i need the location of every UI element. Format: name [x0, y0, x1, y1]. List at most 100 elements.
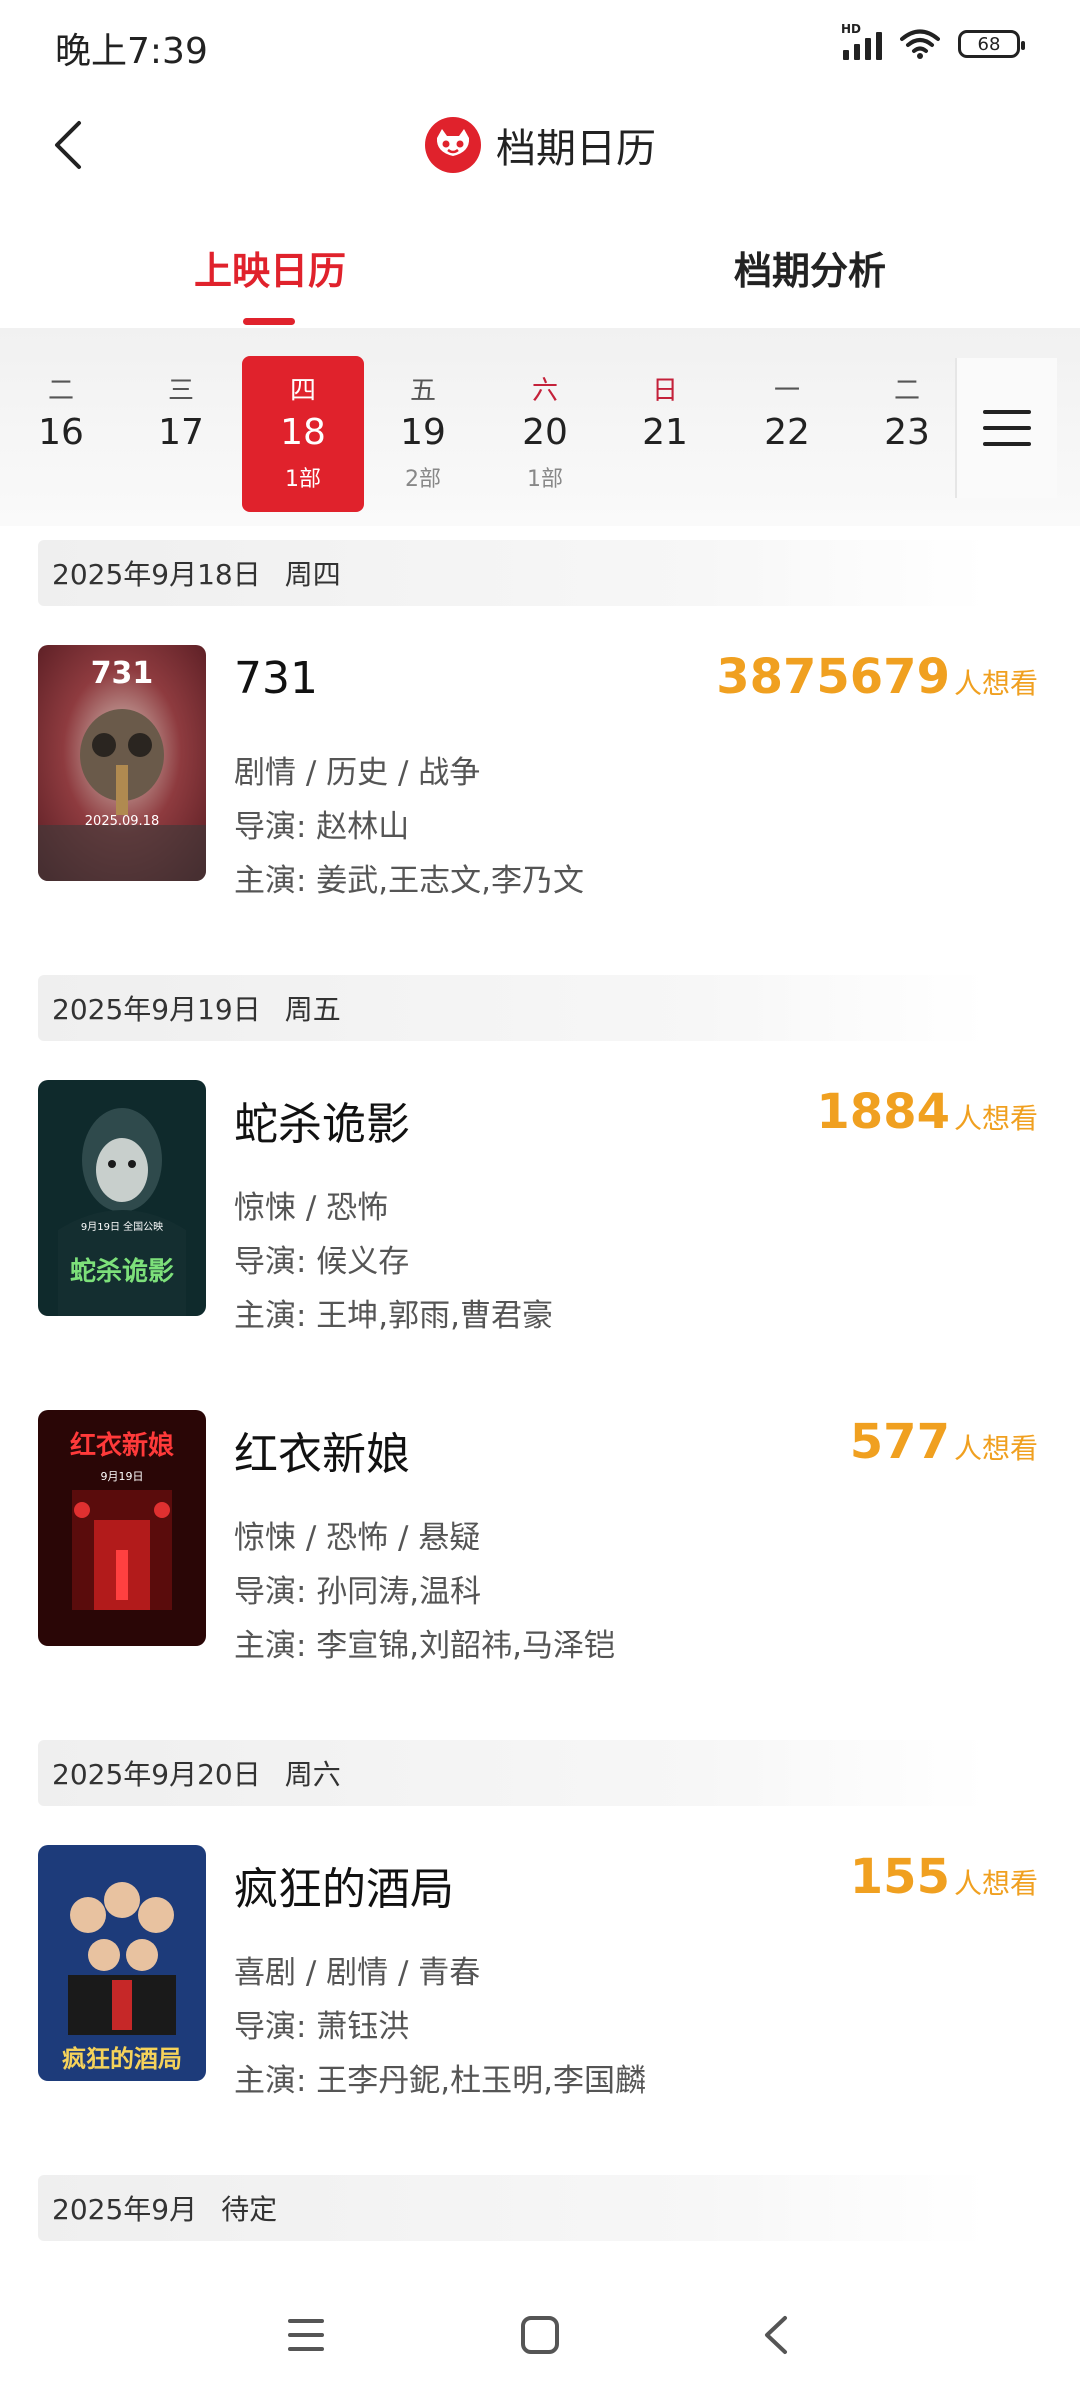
date-day: 23: [884, 412, 930, 453]
tab-release-calendar[interactable]: 上映日历: [150, 210, 390, 320]
battery-icon: 68: [958, 30, 1025, 58]
date-item[interactable]: 六 20 1部: [484, 356, 606, 512]
page-title: 档期日历: [496, 126, 656, 172]
date-item[interactable]: 日 21: [604, 356, 726, 512]
section-weekday: 周六: [284, 1758, 341, 1791]
status-icons: HD 68: [841, 22, 1025, 64]
active-tab-indicator: [243, 318, 295, 325]
movie-director: 导演: 萧钰洪: [234, 2009, 410, 2045]
back-chevron-icon: [765, 2316, 787, 2354]
movie-item[interactable]: 疯狂的酒局 疯狂的酒局 155 人想看 喜剧 / 剧情 / 青春 导演: 萧钰洪…: [38, 1845, 1038, 2099]
section-date-header: 2025年9月20日 周六: [38, 1740, 988, 1806]
date-count: 2部: [405, 467, 441, 492]
movie-poster[interactable]: 红衣新娘 9月19日: [38, 1410, 206, 1646]
movie-director: 导演: 候义存: [234, 1244, 410, 1280]
date-day: 16: [38, 412, 84, 453]
poster-title: 疯狂的酒局: [62, 2045, 182, 2073]
date-day: 17: [158, 412, 204, 453]
movie-title: 疯狂的酒局: [234, 1864, 454, 1915]
system-nav-bar: [0, 2270, 1080, 2400]
section-date-header: 2025年9月 待定: [38, 2175, 988, 2241]
home-square-icon: [521, 2316, 559, 2354]
section-date-header: 2025年9月18日 周四: [38, 540, 988, 606]
poster-date: 9月19日: [101, 1470, 144, 1483]
date-item[interactable]: 一 22: [726, 356, 848, 512]
date-weekday: 三: [167, 376, 194, 406]
movie-genres: 惊悚 / 恐怖: [234, 1190, 389, 1226]
network-type: HD: [841, 22, 862, 36]
movie-item[interactable]: 9月19日 全国公映 蛇杀诡影 蛇杀诡影 1884 人想看 惊悚 / 恐怖 导演…: [38, 1080, 1038, 1334]
date-item[interactable]: 二 16: [0, 356, 122, 512]
movie-cast: 主演: 王李丹鈮,杜玉明,李国麟: [234, 2063, 647, 2099]
date-weekday: 一: [773, 376, 800, 406]
movie-poster[interactable]: 疯狂的酒局: [38, 1845, 206, 2081]
movie-cast: 主演: 李宣锦,刘韶祎,马泽铠: [234, 1628, 616, 1664]
movie-poster[interactable]: 9月19日 全国公映 蛇杀诡影: [38, 1080, 206, 1316]
maoyan-cat-logo-icon: [425, 117, 481, 173]
poster-title: 731: [91, 656, 154, 691]
calendar-menu-button[interactable]: [955, 358, 1057, 498]
date-item[interactable]: 三 17: [120, 356, 242, 512]
movie-item[interactable]: 红衣新娘 9月19日 红衣新娘 577 人想看 惊悚 / 恐怖 / 悬疑 导演:…: [38, 1410, 1038, 1664]
date-item-selected[interactable]: 四 18 1部: [242, 356, 364, 512]
section-weekday: 待定: [221, 2193, 278, 2226]
title-bar: 档期日历: [0, 90, 1080, 200]
date-weekday: 二: [893, 376, 920, 406]
home-button[interactable]: [490, 2270, 590, 2400]
nav-back-button[interactable]: [726, 2270, 826, 2400]
movie-genres: 惊悚 / 恐怖 / 悬疑: [234, 1520, 481, 1556]
movie-director: 导演: 赵林山: [234, 809, 410, 845]
tab-schedule-analysis[interactable]: 档期分析: [690, 210, 930, 320]
hamburger-menu-icon: [983, 410, 1031, 446]
poster-image-crazy-drinking: 疯狂的酒局: [38, 1845, 206, 2081]
section-date-header: 2025年9月19日 周五: [38, 975, 988, 1041]
movie-genres: 剧情 / 历史 / 战争: [234, 755, 481, 791]
want-to-see: 155 人想看: [850, 1849, 1038, 1905]
poster-image-bride: 红衣新娘 9月19日: [38, 1410, 206, 1646]
movie-cast: 主演: 姜武,王志文,李乃文: [234, 863, 585, 899]
section-date: 2025年9月20日: [52, 1758, 261, 1791]
tab-bar: 上映日历 档期分析: [0, 210, 1080, 320]
date-day: 22: [764, 412, 810, 453]
want-to-see: 3875679 人想看: [716, 649, 1038, 705]
want-unit: 人想看: [953, 1867, 1038, 1900]
date-count: 1部: [285, 467, 321, 492]
section-date: 2025年9月18日: [52, 558, 261, 591]
recent-apps-button[interactable]: [256, 2270, 356, 2400]
poster-title: 红衣新娘: [70, 1430, 174, 1461]
date-item[interactable]: 二 23: [846, 356, 968, 512]
want-count: 3875679: [716, 649, 950, 705]
movie-director: 导演: 孙同涛,温科: [234, 1574, 482, 1610]
date-count: 1部: [527, 467, 563, 492]
want-to-see: 577 人想看: [850, 1414, 1038, 1470]
want-to-see: 1884 人想看: [816, 1084, 1038, 1140]
want-count: 577: [849, 1414, 950, 1470]
battery-level: 68: [977, 33, 1001, 55]
wifi-icon: [900, 29, 940, 59]
date-day: 21: [642, 412, 688, 453]
want-count: 1884: [816, 1084, 950, 1140]
movie-title: 蛇杀诡影: [234, 1099, 410, 1150]
date-item[interactable]: 五 19 2部: [362, 356, 484, 512]
date-strip[interactable]: 二 16 三 17 四 18 1部 五 19 2部 六 20 1部 日 21 一…: [0, 328, 1080, 526]
menu-lines-icon: [288, 2319, 324, 2351]
movie-item[interactable]: 731 2025.09.18 731 3875679 人想看 剧情 / 历史 /…: [38, 645, 1038, 899]
poster-image-snake: 9月19日 全国公映 蛇杀诡影: [38, 1080, 206, 1316]
status-time: 晚上7:39: [55, 31, 208, 72]
want-count: 155: [849, 1849, 950, 1905]
date-weekday: 五: [409, 376, 436, 406]
want-unit: 人想看: [953, 1102, 1038, 1135]
movie-genres: 喜剧 / 剧情 / 青春: [234, 1955, 481, 1991]
poster-date: 2025.09.18: [85, 814, 159, 829]
poster-date: 9月19日 全国公映: [81, 1220, 163, 1233]
movie-title: 红衣新娘: [234, 1429, 410, 1480]
date-weekday: 二: [47, 376, 74, 406]
date-day: 18: [280, 412, 326, 453]
signal-icon: HD: [841, 22, 882, 60]
date-day: 19: [400, 412, 446, 453]
movie-poster[interactable]: 731 2025.09.18: [38, 645, 206, 881]
section-weekday: 周四: [284, 558, 341, 591]
section-date: 2025年9月19日: [52, 993, 261, 1026]
date-weekday: 日: [651, 376, 678, 406]
status-bar: 晚上7:39 HD 68: [0, 0, 1080, 90]
